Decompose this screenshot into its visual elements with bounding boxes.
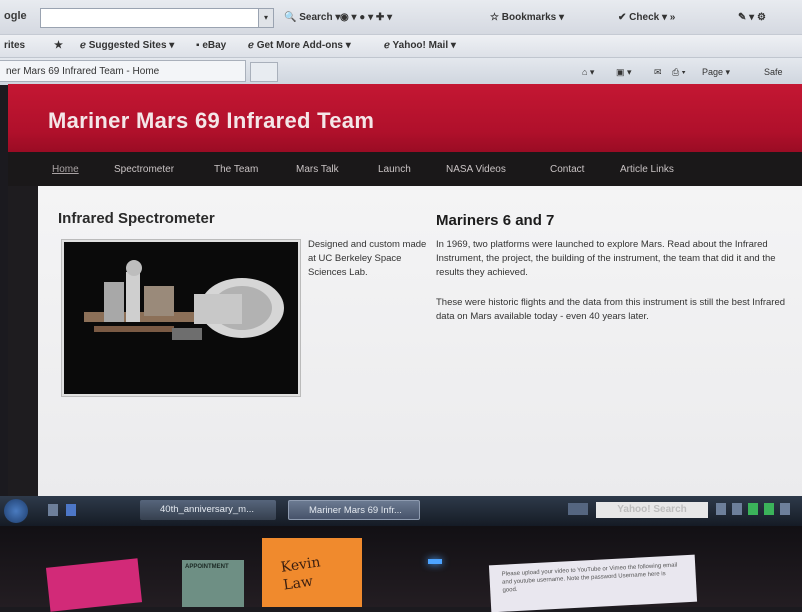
taskbar-item-anniversary[interactable]: 40th_anniversary_m... [140,500,276,520]
nav-home[interactable]: Home [52,164,79,175]
fav-get-addons[interactable]: ℯ Get More Add-ons ▾ [248,40,351,51]
suggested-label: Suggested Sites [88,40,167,51]
new-tab-button[interactable] [250,62,278,82]
photo-caption: Designed and custom made at UC Berkeley … [308,239,427,278]
toolbar-search-label: Search [299,12,333,23]
toolbar-icons-group[interactable]: ◉ ▾ ● ▾ ✚ ▾ [340,12,392,23]
ie-icon: ℯ [384,40,390,51]
yahoo-search-input[interactable]: Yahoo! Search [596,502,708,518]
print-icon[interactable]: ⎙ ▾ [672,67,685,78]
start-button[interactable] [4,499,28,523]
check-label: Check [629,12,660,23]
nav-nasa-videos[interactable]: NASA Videos [446,164,506,175]
ie-icon: ℯ [80,40,86,51]
history-paragraph: These were historic flights and the data… [436,297,786,322]
ebay-label: eBay [202,40,227,51]
fav-yahoo-mail[interactable]: ℯ Yahoo! Mail ▾ [384,40,456,51]
show-desktop-icon[interactable] [48,504,58,516]
tray-icon-2[interactable] [748,503,758,515]
fav-suggested-sites[interactable]: ℯ Suggested Sites ▾ [80,40,174,51]
appointment-label: APPOINTMENT [185,564,229,570]
toolbar-bookmarks-button[interactable]: ☆ Bookmarks ▾ [490,12,564,23]
taskbar-item-mariner[interactable]: Mariner Mars 69 Infr... [288,500,420,520]
toolbar-search-input[interactable] [40,8,260,28]
nav-launch[interactable]: Launch [378,164,411,175]
toolbar-search-button[interactable]: 🔍 Search ▾ [284,12,340,23]
nav-mars-talk[interactable]: Mars Talk [296,164,339,175]
check-icon: ✔ [618,12,627,23]
search-dropdown-button[interactable]: ▾ [258,8,274,28]
yahoo-mail-label: Yahoo! Mail [392,40,449,51]
sticky-note-handwriting: Kevin Law [279,554,322,594]
instrument-illustration [64,242,298,394]
spectrometer-photo [62,240,300,396]
favorites-add-icon[interactable]: ★ [54,40,63,51]
mail-icon[interactable]: ✉ [654,67,662,78]
google-label: ogle [4,10,27,22]
site-title: Mariner Mars 69 Infrared Team [48,108,375,133]
intro-paragraph: In 1969, two platforms were launched to … [436,239,776,278]
nav-the-team[interactable]: The Team [214,164,258,175]
home-icon[interactable]: ⌂ ▾ [582,67,594,78]
power-led [428,559,442,564]
search-icon[interactable] [716,503,726,515]
nav-spectrometer[interactable]: Spectrometer [114,164,174,175]
feeds-icon[interactable]: ▣ ▾ [616,67,632,78]
mariners-heading: Mariners 6 and 7 [436,212,555,229]
tab-active[interactable]: ner Mars 69 Infrared Team - Home [0,60,246,82]
ebay-icon: ▪ [196,40,200,51]
toolbar-check-button[interactable]: ✔ Check ▾ » [618,12,675,23]
spectrometer-heading: Infrared Spectrometer [58,210,215,227]
tray-icon-3[interactable] [764,503,774,515]
page-menu[interactable]: Page ▾ [702,67,730,78]
bookmarks-label: Bookmarks [501,12,557,23]
tray-icon-1[interactable] [732,503,742,515]
page-menu-label: Page [702,67,724,77]
star-icon: ☆ [490,12,499,23]
yahoo-icon[interactable] [568,503,588,515]
nav-contact[interactable]: Contact [550,164,584,175]
ie-quicklaunch-icon[interactable] [66,504,76,516]
appointment-card: APPOINTMENT [182,560,244,607]
safety-menu[interactable]: Safe [764,67,783,77]
ie-icon: ℯ [248,40,254,51]
addons-label: Get More Add-ons [256,40,343,51]
nav-article-links[interactable]: Article Links [620,164,674,175]
tray-icon-4[interactable] [780,503,790,515]
favorites-label[interactable]: rites [4,40,25,51]
left-margin [8,186,38,496]
toolbar-settings-button[interactable]: ✎ ▾ ⚙ [738,12,766,23]
wrench-icon: ✎ [738,12,747,23]
fav-ebay[interactable]: ▪ eBay [196,40,226,51]
